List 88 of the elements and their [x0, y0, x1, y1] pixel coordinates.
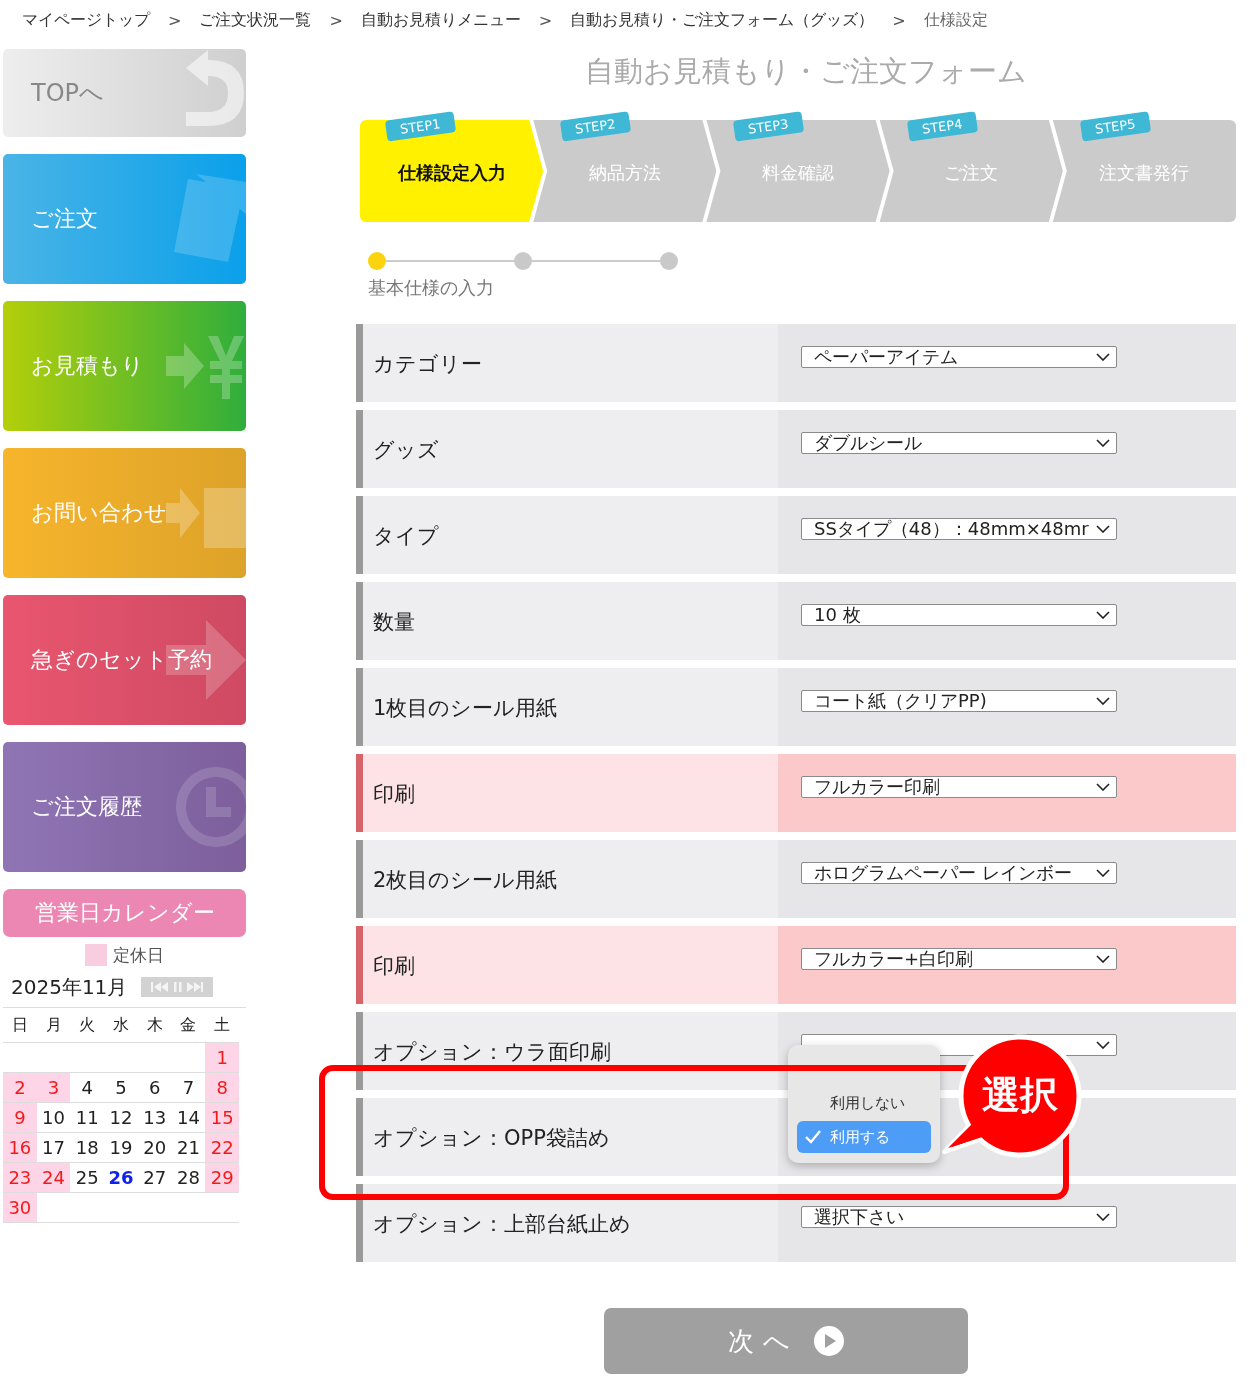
chevron-icon: [1096, 439, 1110, 447]
calendar-day: 27: [137, 1163, 172, 1192]
legend-label: 定休日: [113, 943, 164, 967]
select-field[interactable]: フルカラー+白印刷: [801, 948, 1117, 970]
select-field[interactable]: SSタイプ（48）：48mm×48mr: [801, 518, 1117, 540]
select-field[interactable]: ペーパーアイテム: [801, 346, 1117, 368]
chevron-icon: [1096, 525, 1110, 533]
calendar-day: 21: [171, 1133, 206, 1162]
month-label: 2025年11月: [11, 973, 128, 1001]
field-label: グッズ: [356, 410, 778, 488]
breadcrumb-link[interactable]: マイページトップ: [22, 9, 150, 31]
calendar-day: 3: [36, 1073, 71, 1102]
nav-button[interactable]: 急ぎのセット予約: [3, 595, 246, 725]
chevron-icon: [1096, 1213, 1110, 1221]
calendar-day: 7: [171, 1073, 206, 1102]
calendar-day: 5: [104, 1073, 138, 1102]
play-icon: [813, 1326, 844, 1356]
field-label: 1枚目のシール用紙: [356, 668, 778, 746]
field-label: 数量: [356, 582, 778, 660]
page-title: 自動お見積もり・ご注文フォーム: [584, 53, 1028, 90]
select-field[interactable]: 選択下さい: [801, 1206, 1117, 1228]
calendar-day: 18: [70, 1133, 105, 1162]
breadcrumb-link[interactable]: 仕様設定: [923, 9, 988, 31]
calendar-day: 26: [104, 1163, 138, 1192]
chevron-icon: [1096, 611, 1110, 619]
calendar-header: 営業日カレンダー: [3, 889, 246, 937]
field-label: 印刷: [356, 754, 778, 832]
calendar-day: 4: [70, 1073, 105, 1102]
calendar-day: 12: [104, 1103, 138, 1132]
calendar-day: 13: [137, 1103, 172, 1132]
calendar-day: 22: [205, 1133, 239, 1162]
chevron-icon: [1096, 697, 1110, 705]
calendar-day: 25: [70, 1163, 105, 1192]
weekday-label: 木: [145, 1013, 164, 1036]
calendar-day: 23: [3, 1163, 37, 1192]
calendar-day: 9: [3, 1103, 37, 1132]
field-label: オプション：ウラ面印刷: [356, 1012, 778, 1090]
calendar-day: 16: [3, 1133, 37, 1162]
weekday-label: 月: [44, 1013, 63, 1036]
select-field[interactable]: 10 枚: [801, 604, 1117, 626]
select-field[interactable]: フルカラー印刷: [801, 776, 1117, 798]
breadcrumb-separator: >: [168, 10, 182, 30]
calendar-day: 30: [3, 1193, 37, 1222]
calendar-day: 17: [36, 1133, 71, 1162]
calendar-day: 15: [205, 1103, 239, 1132]
holiday-swatch: [85, 944, 107, 966]
breadcrumb-separator: >: [329, 10, 343, 30]
calendar-day: 20: [137, 1133, 172, 1162]
breadcrumb-link[interactable]: 自動お見積り・ご注文フォーム（グッズ）: [570, 9, 875, 31]
breadcrumb-separator: >: [892, 10, 906, 30]
chevron-icon: [1096, 869, 1110, 877]
calendar-day: 11: [70, 1103, 105, 1132]
dropdown-option[interactable]: 利用しない: [797, 1089, 931, 1117]
calendar-day: 8: [205, 1073, 239, 1102]
field-label: オプション：上部台紙止め: [356, 1184, 778, 1262]
calendar-day: 19: [104, 1133, 138, 1162]
select-field[interactable]: ホログラムペーパー レインボー: [801, 862, 1117, 884]
select-field[interactable]: コート紙（クリアPP): [801, 690, 1117, 712]
chevron-icon: [1096, 353, 1110, 361]
calendar-day: 2: [3, 1073, 37, 1102]
calendar-day: 6: [137, 1073, 172, 1102]
breadcrumb-link[interactable]: 自動お見積りメニュー: [360, 9, 521, 31]
calendar-day: 28: [171, 1163, 206, 1192]
nav-button[interactable]: ご注文履歴: [3, 742, 246, 872]
calendar-day: 14: [171, 1103, 206, 1132]
field-label: タイプ: [356, 496, 778, 574]
weekday-label: 土: [213, 1013, 232, 1036]
weekday-label: 水: [112, 1013, 130, 1036]
weekday-label: 日: [10, 1013, 29, 1036]
calendar-day: 29: [205, 1163, 239, 1192]
calendar-day: 1: [205, 1043, 239, 1072]
weekday-label: 火: [78, 1013, 97, 1036]
calendar-day: 24: [36, 1163, 71, 1192]
field-label: 印刷: [356, 926, 778, 1004]
field-label: カテゴリー: [356, 324, 778, 402]
breadcrumb-link[interactable]: ご注文状況一覧: [199, 9, 312, 31]
chevron-icon: [1096, 783, 1110, 791]
check-icon: [805, 1130, 821, 1144]
progress-label: 基本仕様の入力: [368, 276, 495, 300]
chevron-icon: [1096, 955, 1110, 963]
calendar-day: 10: [36, 1103, 71, 1132]
weekday-label: 金: [179, 1013, 198, 1036]
field-label: 2枚目のシール用紙: [356, 840, 778, 918]
callout-label: 選択: [981, 1072, 1059, 1118]
chevron-icon: [1096, 1041, 1110, 1049]
field-label: オプション：OPP袋詰め: [356, 1098, 778, 1176]
select-field[interactable]: ダブルシール: [801, 432, 1117, 454]
breadcrumb-separator: >: [538, 10, 553, 30]
